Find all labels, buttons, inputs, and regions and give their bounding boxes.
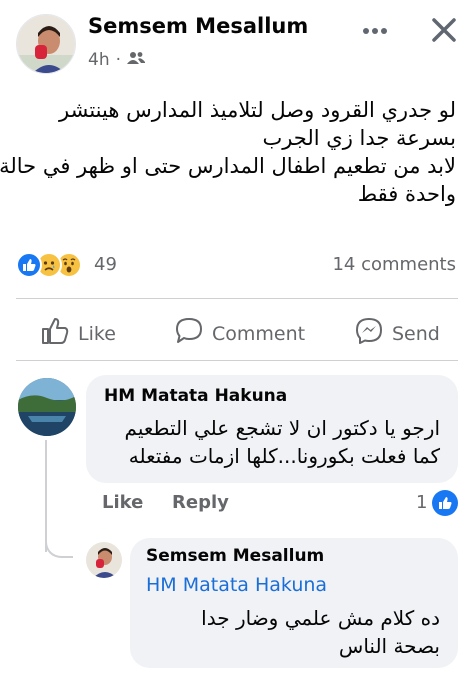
reply-author[interactable]: Semsem Mesallum [146, 546, 324, 566]
comment-text: ارجو يا دكتور ان لا تشجع علي التطعيم كما… [100, 414, 440, 470]
comment-like-reaction-icon[interactable] [432, 490, 458, 516]
post-text-line: بسرعة جدا زي الجرب [262, 126, 456, 150]
comment-icon [174, 316, 204, 351]
post-text-line: لابد من تطعيم اطفال المدارس حتى او ظهر ف… [0, 154, 456, 178]
reply-text-line: ده كلام مش علمي وضار جدا [201, 606, 440, 630]
like-icon [40, 316, 70, 351]
reply-text: ده كلام مش علمي وضار جدا بصحة الناس [140, 604, 440, 660]
reply-author-avatar[interactable] [86, 542, 122, 578]
post-author-name[interactable]: Semsem Mesallum [88, 14, 308, 38]
like-reaction-icon [16, 252, 42, 278]
post-text-line: لو جدري القرود وصل لتلاميذ المدارس هينتش… [59, 98, 456, 122]
comment-label: Comment [212, 322, 306, 345]
comment-reaction-count[interactable]: 1 [416, 492, 427, 513]
reply-text-line: بصحة الناس [338, 634, 440, 658]
reactions-summary[interactable] [16, 252, 82, 278]
post-author-avatar[interactable] [16, 14, 76, 74]
divider [16, 298, 458, 299]
send-label: Send [392, 322, 440, 345]
post-body: لو جدري القرود وصل لتلاميذ المدارس هينتش… [0, 96, 456, 208]
comment-author[interactable]: HM Matata Hakuna [104, 386, 287, 406]
post-meta: 4h · [88, 50, 145, 70]
comments-count[interactable]: 14 comments [332, 254, 456, 275]
close-icon[interactable] [426, 12, 462, 48]
thread-connector [45, 530, 73, 558]
friends-icon [127, 50, 145, 70]
comment-reply-button[interactable]: Reply [172, 492, 229, 513]
comment-like-button[interactable]: Like [102, 492, 143, 513]
reaction-count[interactable]: 49 [94, 254, 117, 275]
more-options-icon[interactable] [362, 16, 388, 41]
commenter-avatar[interactable] [18, 378, 76, 436]
post-text-line: واحدة فقط [357, 182, 456, 206]
like-label: Like [78, 322, 116, 345]
comment-text-line: كما فعلت بكورونا...كلها ازمات مفتعله [128, 444, 440, 468]
reply-mention-link[interactable]: HM Matata Hakuna [146, 574, 327, 596]
post-time[interactable]: 4h [88, 50, 110, 70]
divider [16, 360, 458, 361]
send-button[interactable]: Send [354, 316, 440, 351]
like-button[interactable]: Like [40, 316, 116, 351]
comment-button[interactable]: Comment [174, 316, 305, 351]
comment-text-line: ارجو يا دكتور ان لا تشجع علي التطعيم [124, 416, 440, 440]
meta-separator: · [115, 50, 121, 70]
messenger-icon [354, 316, 384, 351]
